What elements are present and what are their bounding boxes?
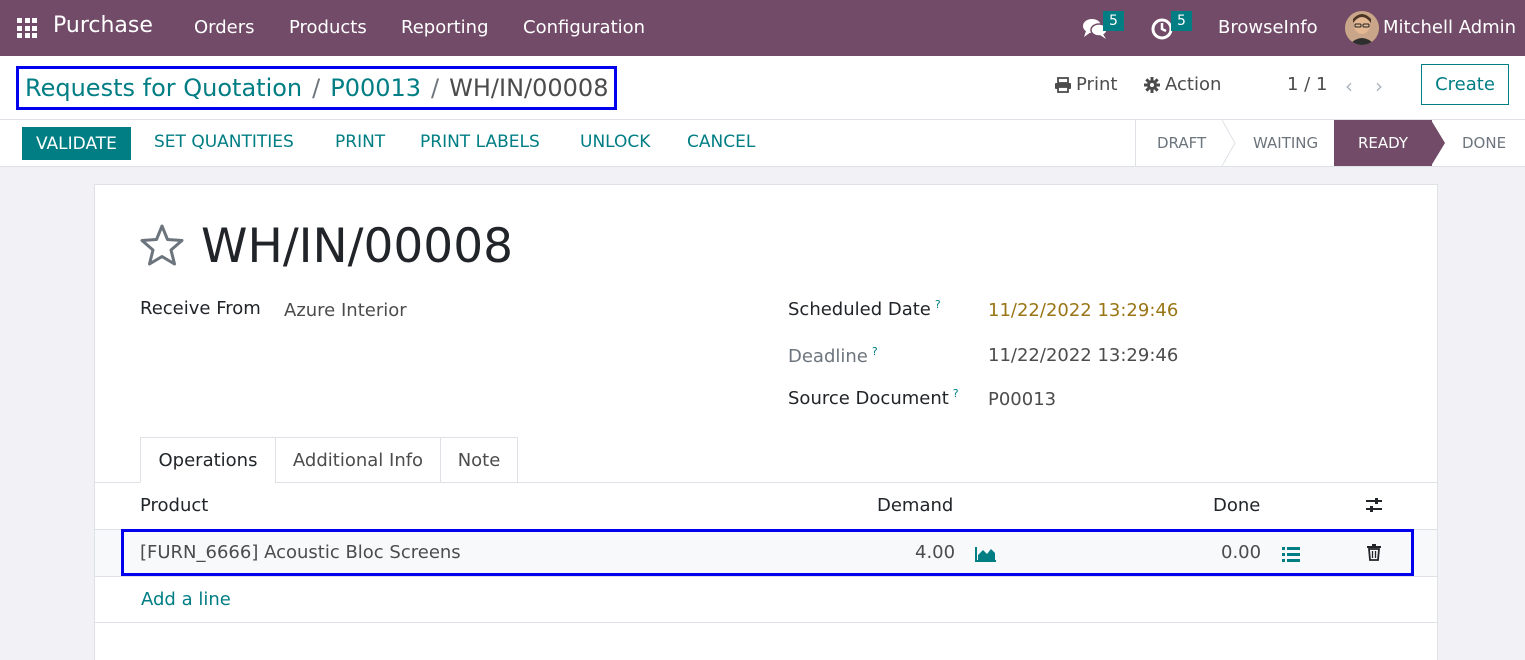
help-icon[interactable]: ? [872,345,878,358]
breadcrumb-rfq[interactable]: Requests for Quotation [25,74,302,102]
top-navbar: Purchase Orders Products Reporting Confi… [0,0,1525,56]
menu-reporting[interactable]: Reporting [401,17,489,38]
set-quantities-button[interactable]: SET QUANTITIES [154,132,294,152]
column-done[interactable]: Done [1213,495,1260,516]
pager-value[interactable]: 1 / 1 [1287,74,1327,95]
action-dropdown[interactable]: Action [1144,74,1221,95]
apps-grid-icon[interactable] [17,18,37,38]
form-sheet: WH/IN/00008 Receive From Azure Interior … [94,184,1438,660]
column-product[interactable]: Product [140,495,208,516]
stage-ready[interactable]: READY [1334,120,1432,166]
activities-button[interactable]: 5 [1148,0,1198,56]
deadline-field: 11/22/2022 13:29:46 [988,345,1179,366]
table-header: Product Demand Done [95,483,1437,530]
help-icon[interactable]: ? [935,298,941,311]
company-switcher[interactable]: BrowseInfo [1218,17,1318,38]
breadcrumb-separator: / [431,74,440,102]
cancel-button[interactable]: CANCEL [687,132,755,152]
action-label: Action [1165,74,1222,95]
source-document-field[interactable]: P00013 [988,389,1056,410]
control-panel: Requests for Quotation / P00013 / WH/IN/… [0,56,1525,120]
table-bottom-divider [95,622,1437,623]
create-button[interactable]: Create [1421,64,1509,105]
breadcrumb-separator: / [312,74,321,102]
menu-orders[interactable]: Orders [194,17,255,38]
menu-configuration[interactable]: Configuration [523,17,645,38]
column-demand[interactable]: Demand [877,495,953,516]
tab-note[interactable]: Note [440,437,518,483]
print-labels-button[interactable]: PRINT LABELS [420,132,540,152]
chevron-left-icon[interactable]: ‹ [1345,74,1353,98]
print-label: Print [1076,74,1118,95]
stage-ready-arrow [1431,120,1445,166]
gear-icon [1144,76,1160,93]
receive-from-label: Receive From [140,298,261,319]
messages-button[interactable]: 5 [1080,0,1130,56]
breadcrumb: Requests for Quotation / P00013 / WH/IN/… [16,66,618,110]
scheduled-date-label: Scheduled Date? [788,298,941,320]
chevron-right-icon[interactable]: › [1375,74,1383,98]
stage-divider [1222,120,1236,166]
breadcrumb-current: WH/IN/00008 [449,74,609,102]
app-name[interactable]: Purchase [53,13,153,38]
menu-products[interactable]: Products [289,17,367,38]
user-menu[interactable]: Mitchell Admin [1383,17,1516,38]
unlock-button[interactable]: UNLOCK [580,132,650,152]
statusbar: VALIDATE SET QUANTITIES PRINT PRINT LABE… [0,120,1525,167]
breadcrumb-po[interactable]: P00013 [330,74,421,102]
validate-button[interactable]: VALIDATE [22,127,131,160]
printer-icon [1055,76,1071,93]
stage-draft[interactable]: DRAFT [1157,120,1206,166]
record-title: WH/IN/00008 [201,219,514,274]
scheduled-date-field[interactable]: 11/22/2022 13:29:46 [988,300,1178,321]
print-dropdown[interactable]: Print [1054,74,1117,95]
receive-from-field[interactable]: Azure Interior [284,300,407,321]
activities-badge: 5 [1171,11,1192,31]
add-line-link[interactable]: Add a line [141,589,231,610]
stage-waiting[interactable]: WAITING [1253,120,1318,166]
settings-sliders-icon[interactable] [1365,497,1383,513]
avatar[interactable] [1345,11,1379,45]
messages-badge: 5 [1103,11,1124,31]
stage-done[interactable]: DONE [1462,120,1506,166]
help-icon[interactable]: ? [953,387,959,400]
tab-operations[interactable]: Operations [140,437,276,483]
tab-additional-info[interactable]: Additional Info [275,437,441,483]
print-button[interactable]: PRINT [335,132,385,152]
deadline-label: Deadline? [788,345,878,367]
star-icon[interactable] [139,223,185,267]
row-highlight-box [121,529,1414,576]
source-document-label: Source Document? [788,387,959,409]
